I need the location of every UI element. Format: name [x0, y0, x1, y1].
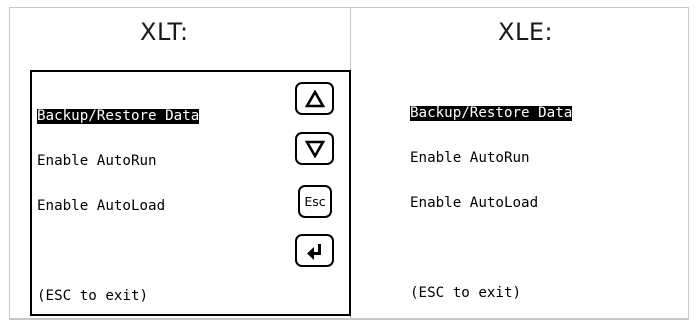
- up-key[interactable]: [295, 82, 334, 115]
- xlt-menu-item-enable-autoload[interactable]: Enable AutoLoad: [37, 199, 199, 214]
- xlt-screen: Backup/Restore Data Enable AutoRun Enabl…: [30, 70, 351, 316]
- enter-key[interactable]: [295, 234, 334, 267]
- down-key[interactable]: [295, 132, 334, 165]
- xlt-heading: XLT:: [140, 18, 189, 46]
- xle-exit-hint: (ESC to exit): [410, 285, 522, 301]
- down-triangle-icon: [304, 140, 325, 158]
- esc-key[interactable]: Esc: [298, 185, 332, 218]
- xlt-menu-item-enable-autorun[interactable]: Enable AutoRun: [37, 154, 199, 169]
- xle-menu: Backup/Restore Data Enable AutoRun Enabl…: [410, 76, 573, 316]
- xlt-menu: Backup/Restore Data Enable AutoRun Enabl…: [37, 79, 200, 334]
- xle-menu-item-backup-restore[interactable]: Backup/Restore Data: [410, 106, 573, 121]
- esc-key-label: Esc: [304, 194, 326, 209]
- up-triangle-icon: [304, 89, 325, 108]
- xle-menu-item-enable-autoload[interactable]: Enable AutoLoad: [410, 196, 572, 211]
- enter-arrow-icon: [305, 242, 325, 260]
- xle-heading: XLE:: [498, 18, 554, 46]
- xle-menu-item-enable-autorun[interactable]: Enable AutoRun: [410, 151, 572, 166]
- xlt-menu-item-backup-restore[interactable]: Backup/Restore Data: [37, 109, 200, 124]
- xlt-exit-hint: (ESC to exit): [37, 288, 149, 304]
